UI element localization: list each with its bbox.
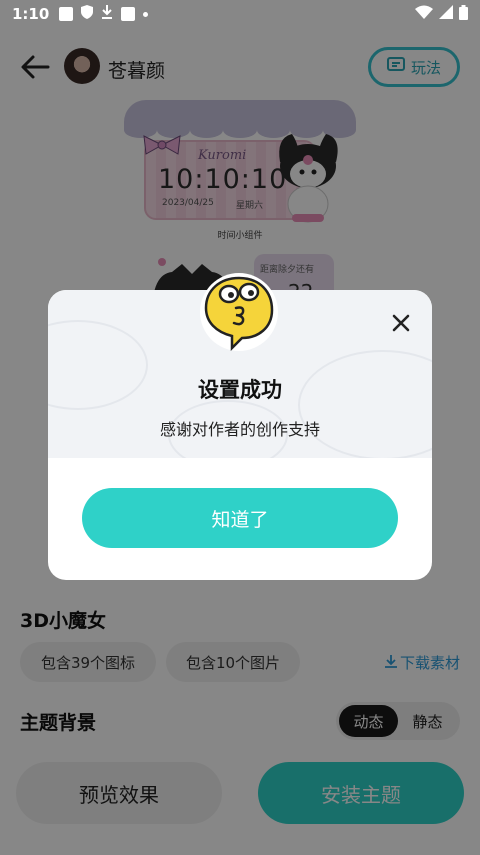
swirl-decoration <box>298 350 432 458</box>
notification-icon <box>59 7 74 21</box>
dialog-title: 设置成功 <box>198 378 282 402</box>
shield-icon <box>81 5 94 23</box>
dialog-message: 感谢对作者的创作支持 <box>159 420 320 439</box>
mascot-icon <box>200 273 278 352</box>
success-dialog: 设置成功 感谢对作者的创作支持 知道了 <box>48 273 432 580</box>
wifi-icon <box>415 5 433 23</box>
battery-icon <box>459 4 468 24</box>
signal-icon <box>439 5 453 23</box>
download-status-icon <box>101 5 113 23</box>
close-icon[interactable] <box>388 310 414 336</box>
app-notification-icon <box>121 7 136 21</box>
status-bar: 1:10 <box>0 0 480 28</box>
got-it-button[interactable]: 知道了 <box>82 488 398 548</box>
status-time: 1:10 <box>12 5 50 23</box>
more-notifications-dot <box>143 11 149 17</box>
